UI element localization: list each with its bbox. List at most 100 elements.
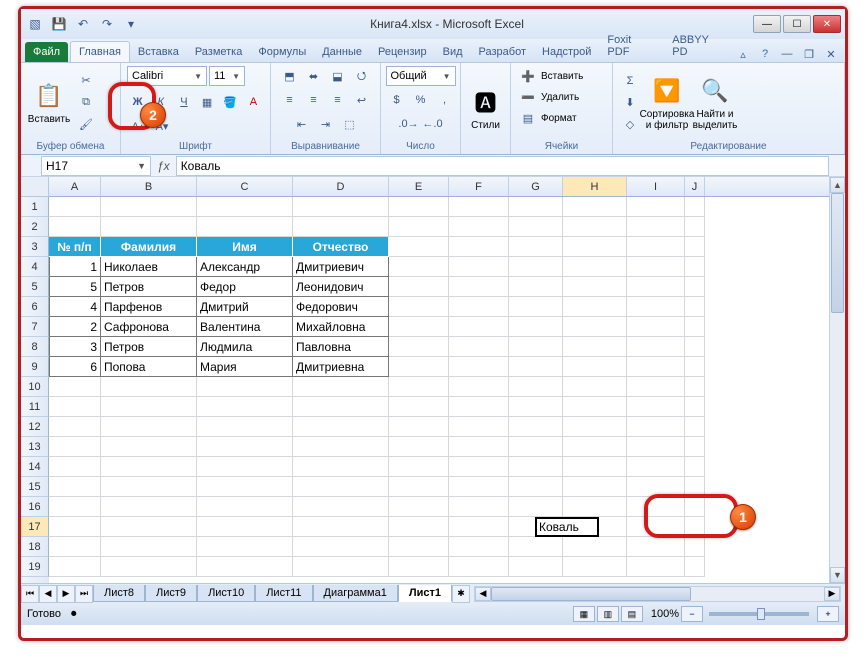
format-painter-button[interactable]: 🖌: [75, 115, 97, 135]
insert-cells-button[interactable]: ➕: [517, 66, 539, 86]
cell-J12[interactable]: [685, 417, 705, 437]
merge-button[interactable]: ⬚: [339, 114, 361, 134]
cell-E2[interactable]: [389, 217, 449, 237]
scroll-thumb[interactable]: [831, 193, 844, 313]
sheet-tab-Лист1[interactable]: Лист1: [398, 585, 452, 602]
cell-J18[interactable]: [685, 537, 705, 557]
sheet-nav-last[interactable]: ⏭: [75, 585, 93, 603]
find-select-button[interactable]: 🔍 Найти и выделить: [693, 70, 737, 136]
cell-I6[interactable]: [627, 297, 685, 317]
tab-abbyy[interactable]: ABBYY PD: [664, 30, 735, 62]
cell-H6[interactable]: [563, 297, 627, 317]
cell-I14[interactable]: [627, 457, 685, 477]
cell-D7[interactable]: Михайловна: [293, 317, 389, 337]
row-header-6[interactable]: 6: [21, 297, 49, 317]
cell-A2[interactable]: [49, 217, 101, 237]
orientation-button[interactable]: ⭯: [351, 66, 373, 86]
name-box-dropdown-icon[interactable]: ▼: [137, 161, 146, 171]
cell-E8[interactable]: [389, 337, 449, 357]
cell-B5[interactable]: Петров: [101, 277, 197, 297]
cell-E18[interactable]: [389, 537, 449, 557]
cell-C16[interactable]: [197, 497, 293, 517]
cell-A5[interactable]: 5: [49, 277, 101, 297]
cell-J19[interactable]: [685, 557, 705, 577]
cell-C11[interactable]: [197, 397, 293, 417]
cell-E17[interactable]: [389, 517, 449, 537]
cell-C4[interactable]: Александр: [197, 257, 293, 277]
cell-F4[interactable]: [449, 257, 509, 277]
cell-C7[interactable]: Валентина: [197, 317, 293, 337]
cell-B17[interactable]: [101, 517, 197, 537]
sort-filter-button[interactable]: 🔽 Сортировка и фильтр: [645, 70, 689, 136]
cell-D18[interactable]: [293, 537, 389, 557]
tab-foxit[interactable]: Foxit PDF: [599, 30, 664, 62]
cell-H14[interactable]: [563, 457, 627, 477]
cell-J11[interactable]: [685, 397, 705, 417]
cell-I7[interactable]: [627, 317, 685, 337]
cell-J14[interactable]: [685, 457, 705, 477]
cell-D10[interactable]: [293, 377, 389, 397]
cell-B14[interactable]: [101, 457, 197, 477]
fill-color-button[interactable]: 🪣: [220, 92, 241, 112]
cell-E13[interactable]: [389, 437, 449, 457]
cell-H4[interactable]: [563, 257, 627, 277]
underline-button[interactable]: Ч: [173, 92, 194, 112]
cell-G6[interactable]: [509, 297, 563, 317]
comma-button[interactable]: ,: [434, 90, 456, 110]
cell-I10[interactable]: [627, 377, 685, 397]
doc-restore-icon[interactable]: ❐: [801, 46, 817, 62]
cell-F13[interactable]: [449, 437, 509, 457]
col-header-I[interactable]: I: [627, 177, 685, 196]
cell-F19[interactable]: [449, 557, 509, 577]
cell-C1[interactable]: [197, 197, 293, 217]
cell-A9[interactable]: 6: [49, 357, 101, 377]
cell-D1[interactable]: [293, 197, 389, 217]
close-button[interactable]: ✕: [813, 15, 841, 33]
cell-G11[interactable]: [509, 397, 563, 417]
cell-D12[interactable]: [293, 417, 389, 437]
cell-D16[interactable]: [293, 497, 389, 517]
cell-B12[interactable]: [101, 417, 197, 437]
cell-C10[interactable]: [197, 377, 293, 397]
cell-I5[interactable]: [627, 277, 685, 297]
cell-D19[interactable]: [293, 557, 389, 577]
sheet-tab-Диаграмма1[interactable]: Диаграмма1: [313, 585, 398, 602]
cell-A15[interactable]: [49, 477, 101, 497]
cell-G8[interactable]: [509, 337, 563, 357]
clear-button[interactable]: ◇: [619, 115, 641, 135]
cell-J13[interactable]: [685, 437, 705, 457]
cell-H15[interactable]: [563, 477, 627, 497]
cell-C8[interactable]: Людмила: [197, 337, 293, 357]
cell-F16[interactable]: [449, 497, 509, 517]
cell-C9[interactable]: Мария: [197, 357, 293, 377]
cell-E14[interactable]: [389, 457, 449, 477]
new-sheet-button[interactable]: ✱: [452, 585, 470, 603]
help-icon[interactable]: ?: [757, 46, 773, 62]
cut-button[interactable]: ✂: [75, 71, 97, 91]
cell-C13[interactable]: [197, 437, 293, 457]
cell-B11[interactable]: [101, 397, 197, 417]
row-header-8[interactable]: 8: [21, 337, 49, 357]
cell-B6[interactable]: Парфенов: [101, 297, 197, 317]
cell-J10[interactable]: [685, 377, 705, 397]
cell-D17[interactable]: [293, 517, 389, 537]
cell-F6[interactable]: [449, 297, 509, 317]
col-header-D[interactable]: D: [293, 177, 389, 196]
tab-developer[interactable]: Разработ: [471, 42, 534, 62]
cell-E10[interactable]: [389, 377, 449, 397]
cell-J8[interactable]: [685, 337, 705, 357]
cell-D15[interactable]: [293, 477, 389, 497]
hscroll-left-icon[interactable]: ◀: [475, 587, 491, 601]
copy-button[interactable]: ⧉: [75, 93, 97, 113]
indent-inc-button[interactable]: ⇥: [315, 114, 337, 134]
row-header-9[interactable]: 9: [21, 357, 49, 377]
format-cells-button[interactable]: ▤: [517, 108, 539, 128]
cell-J6[interactable]: [685, 297, 705, 317]
cell-E11[interactable]: [389, 397, 449, 417]
cell-G12[interactable]: [509, 417, 563, 437]
align-left-button[interactable]: ≡: [279, 90, 301, 110]
doc-close-icon[interactable]: ✕: [823, 46, 839, 62]
cell-J1[interactable]: [685, 197, 705, 217]
align-bottom-button[interactable]: ⬓: [327, 66, 349, 86]
col-header-H[interactable]: H: [563, 177, 627, 196]
